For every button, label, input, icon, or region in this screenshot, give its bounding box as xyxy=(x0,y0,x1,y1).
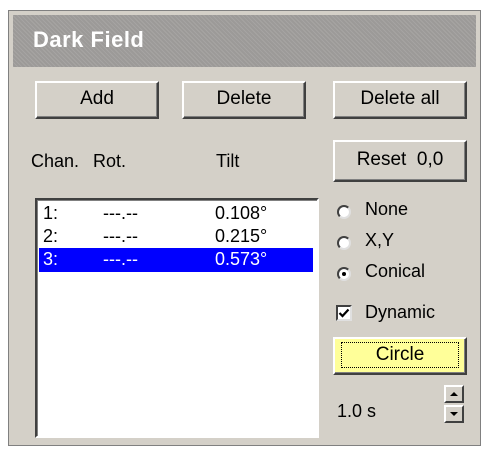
add-button[interactable]: Add xyxy=(35,81,159,119)
row-rot: ---.-- xyxy=(103,226,138,246)
add-button-label: Add xyxy=(80,88,114,109)
radio-conical[interactable] xyxy=(337,267,351,281)
delete-all-button[interactable]: Delete all xyxy=(333,81,467,119)
spin-down-button[interactable] xyxy=(444,405,464,423)
column-header-tilt: Tilt xyxy=(216,151,240,171)
checkmark-icon xyxy=(338,308,350,318)
reset-button[interactable]: Reset 0,0 xyxy=(333,140,467,182)
list-item-selected[interactable]: 3: ---.-- 0.573° xyxy=(39,248,313,272)
row-rot: ---.-- xyxy=(103,249,138,269)
row-chan: 3: xyxy=(43,249,59,269)
column-header-rot: Rot. xyxy=(93,151,127,171)
row-chan: 2: xyxy=(43,226,59,246)
row-chan: 1: xyxy=(43,203,59,223)
spin-down-arrow-icon xyxy=(450,412,458,416)
circle-button-label: Circle xyxy=(341,342,459,368)
panel-title-bar: Dark Field xyxy=(13,15,476,67)
dark-field-panel: Dark Field Add Delete Delete all Chan. R… xyxy=(8,10,481,446)
timing-value: 1.0 s xyxy=(337,401,377,421)
list-item[interactable]: 2: ---.-- 0.215° xyxy=(39,225,313,249)
dynamic-checkbox-label: Dynamic xyxy=(365,302,436,322)
radio-xy[interactable] xyxy=(337,236,351,250)
spin-up-button[interactable] xyxy=(444,385,464,403)
radio-conical-label: Conical xyxy=(365,261,426,281)
radio-xy-label: X,Y xyxy=(365,230,395,250)
dynamic-checkbox[interactable] xyxy=(336,305,352,321)
delete-button-label: Delete xyxy=(216,88,272,109)
delete-all-button-label: Delete all xyxy=(360,88,440,109)
delete-button[interactable]: Delete xyxy=(182,81,306,119)
reset-button-label: Reset 0,0 xyxy=(356,149,444,170)
row-tilt: 0.108° xyxy=(215,203,268,223)
row-rot: ---.-- xyxy=(103,203,138,223)
spin-up-arrow-icon xyxy=(450,392,458,396)
list-item[interactable]: 1: ---.-- 0.108° xyxy=(39,202,313,226)
circle-button[interactable]: Circle xyxy=(333,337,467,375)
row-tilt: 0.215° xyxy=(215,226,268,246)
channel-list[interactable]: 1: ---.-- 0.108° 2: ---.-- 0.215° 3: ---… xyxy=(35,198,319,438)
radio-none-label: None xyxy=(365,199,409,219)
radio-none[interactable] xyxy=(337,205,351,219)
panel-title: Dark Field xyxy=(33,27,145,52)
column-header-chan: Chan. xyxy=(31,151,80,171)
row-tilt: 0.573° xyxy=(215,249,268,269)
